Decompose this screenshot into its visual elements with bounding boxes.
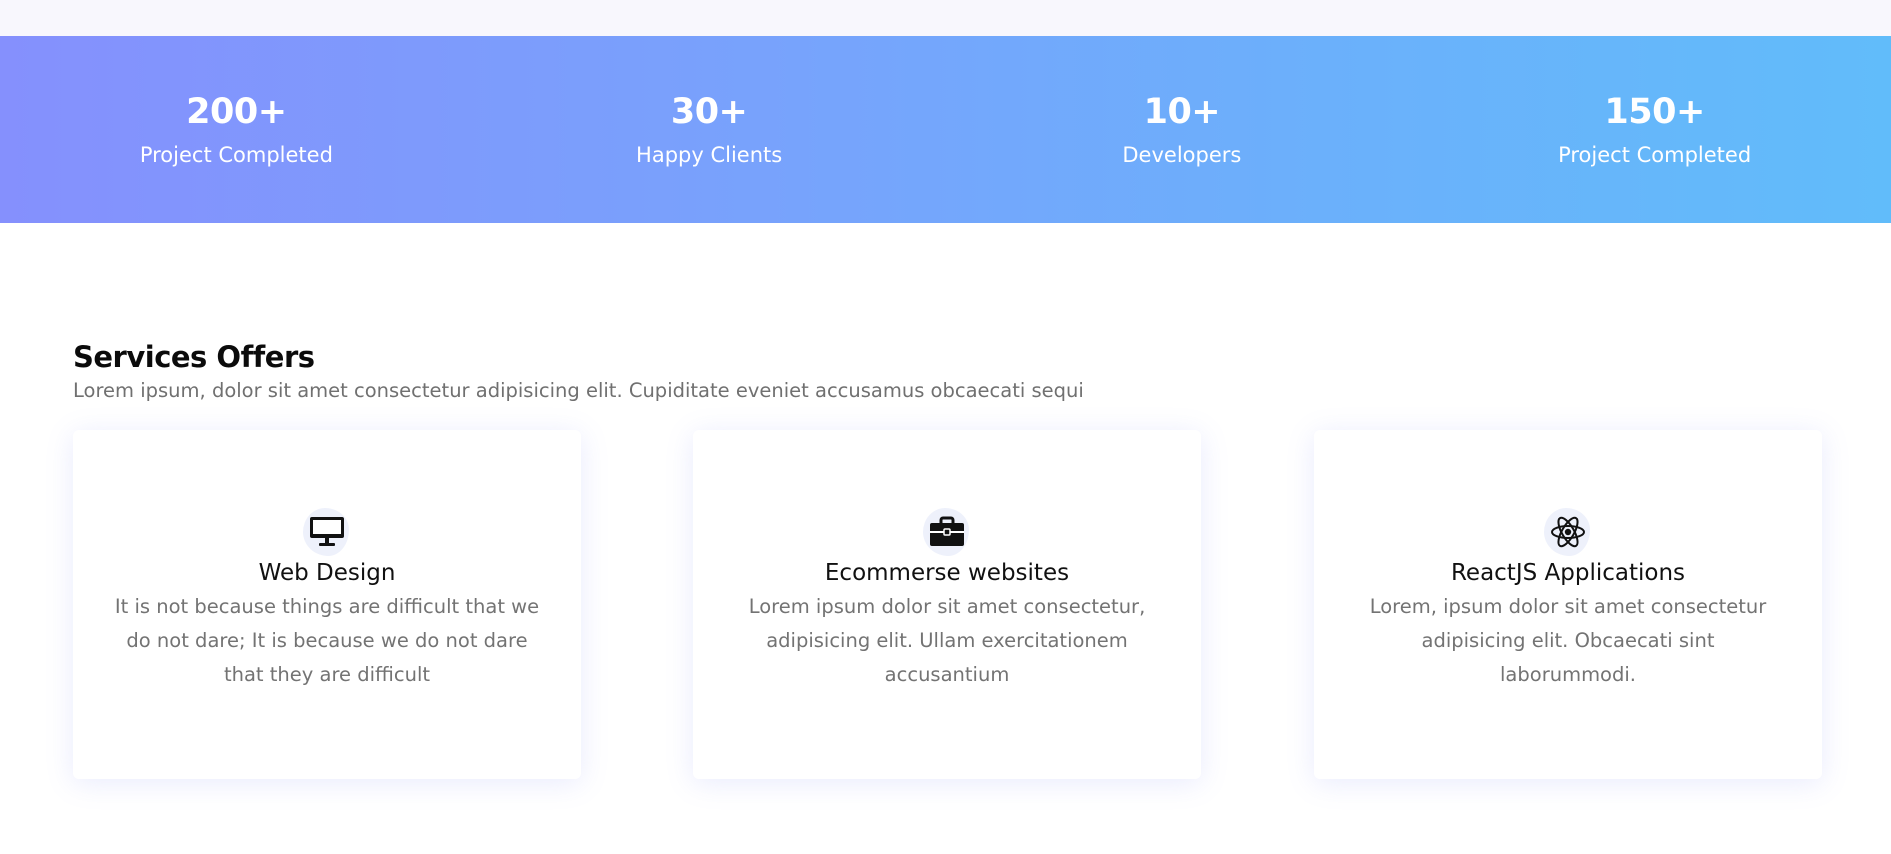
card-title: Web Design	[258, 560, 396, 586]
services-section: Services Offers Lorem ipsum, dolor sit a…	[73, 338, 1823, 779]
stat-label: Developers	[1122, 143, 1242, 167]
card-title: Ecommerse websites	[824, 560, 1070, 586]
card-text: It is not because things are difficult t…	[114, 595, 540, 686]
service-card-reactjs: ReactJS Applications Lorem, ipsum dolor …	[1314, 430, 1822, 779]
stat-label: Project Completed	[1558, 143, 1752, 167]
stat-label: Project Completed	[139, 143, 333, 167]
top-strip	[0, 0, 1891, 36]
react-icon	[1542, 508, 1594, 556]
stat-value: 200+	[186, 92, 287, 132]
stat-value: 10+	[1143, 92, 1221, 132]
stats-banner: 200+ Project Completed 30+ Happy Clients…	[0, 36, 1891, 223]
service-card-ecommerce: Ecommerse websites Lorem ipsum dolor sit…	[693, 430, 1201, 779]
service-card-web-design: Web Design It is not because things are …	[73, 430, 581, 779]
card-text: Lorem, ipsum dolor sit amet consectetur …	[1369, 595, 1767, 686]
stat-item: 150+ Project Completed	[1418, 36, 1891, 223]
briefcase-icon	[921, 508, 973, 556]
section-subtitle: Lorem ipsum, dolor sit amet consectetur …	[73, 379, 1084, 402]
card-text: Lorem ipsum dolor sit amet consectetur, …	[748, 595, 1146, 686]
section-title: Services Offers	[73, 340, 315, 374]
stat-value: 150+	[1604, 92, 1705, 132]
card-title: ReactJS Applications	[1450, 560, 1686, 586]
stat-item: 200+ Project Completed	[0, 36, 473, 223]
stat-item: 30+ Happy Clients	[473, 36, 946, 223]
stat-label: Happy Clients	[636, 143, 783, 167]
desktop-icon	[301, 508, 353, 556]
service-cards: Web Design It is not because things are …	[73, 430, 1823, 779]
stat-value: 30+	[670, 92, 748, 132]
stat-item: 10+ Developers	[946, 36, 1419, 223]
